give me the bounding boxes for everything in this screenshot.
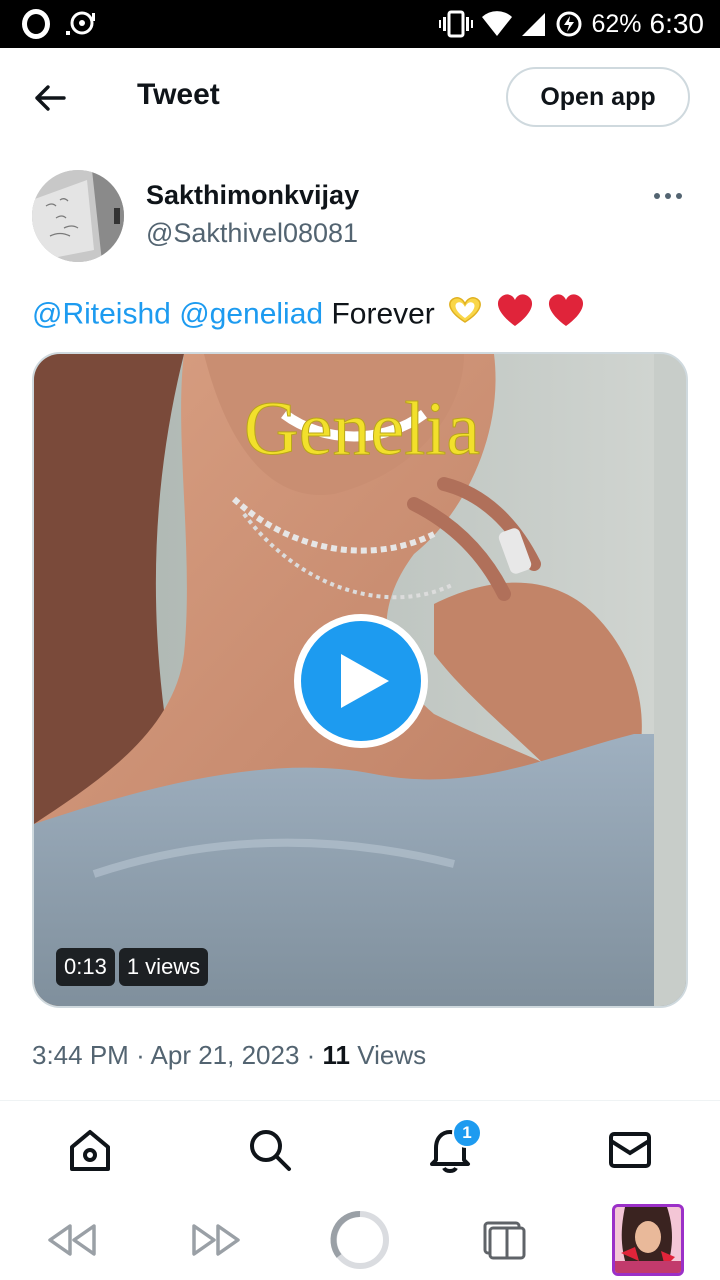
tabs-icon [483, 1221, 526, 1259]
vibrate-icon [439, 10, 474, 38]
play-icon [341, 654, 389, 708]
tweet-meta: 3:44 PM · Apr 21, 2023 · 11 Views [32, 1040, 427, 1070]
tweet-time[interactable]: 3:44 PM [32, 1040, 129, 1070]
opera-icon [22, 9, 50, 39]
browser-tabs-button[interactable] [464, 1204, 544, 1276]
back-button[interactable] [30, 78, 70, 118]
author-handle[interactable]: @Sakthivel08081 [146, 218, 358, 249]
clock: 6:30 [649, 8, 705, 39]
arrow-left-icon [35, 85, 66, 111]
browser-home-button[interactable] [320, 1204, 400, 1276]
red-heart-icon [495, 292, 535, 339]
video-views: 1 views [118, 948, 209, 986]
tab-thumbnail [612, 1203, 684, 1276]
status-bar: 62% 6:30 [0, 0, 720, 48]
nav-messages[interactable] [590, 1110, 670, 1190]
wifi-icon [481, 11, 513, 37]
battery-percent: 62% [591, 9, 642, 38]
video-duration: 0:13 [56, 948, 115, 986]
heart-hands-icon [445, 295, 485, 336]
tweet-body: Forever [331, 297, 435, 331]
search-icon [250, 1130, 291, 1171]
browser-current-tab[interactable] [608, 1203, 688, 1276]
video-badges: 0:13 1 views [56, 948, 209, 986]
video-title-overlay: Genelia [244, 387, 480, 471]
tweet-date[interactable]: Apr 21, 2023 [151, 1040, 300, 1070]
fast-forward-icon [192, 1223, 240, 1256]
home-icon [70, 1130, 110, 1171]
play-button[interactable] [294, 614, 428, 748]
video-player[interactable]: Genelia 0:13 1 views [32, 352, 688, 1008]
page-title: Tweet [137, 78, 220, 111]
view-count: 11 [322, 1040, 351, 1070]
more-dots-icon [654, 193, 660, 199]
mention-link[interactable]: @Riteishd [32, 297, 171, 330]
more-options-button[interactable] [650, 186, 686, 206]
author-name[interactable]: Sakthimonkvijay [146, 180, 359, 211]
avatar[interactable] [32, 170, 124, 262]
notification-badge: 1 [452, 1118, 482, 1148]
browser-toolbar [0, 1199, 720, 1280]
views-label: Views [357, 1040, 427, 1070]
bottom-nav: 1 [0, 1101, 720, 1199]
open-app-button[interactable]: Open app [506, 67, 690, 127]
battery-saver-icon [555, 10, 583, 38]
rewind-icon [48, 1223, 96, 1256]
browser-forward-button[interactable] [176, 1204, 256, 1276]
nav-search[interactable] [230, 1110, 310, 1190]
mail-icon [609, 1132, 651, 1168]
nav-notifications[interactable]: 1 [410, 1110, 490, 1190]
mention-link[interactable]: @geneliad [179, 297, 323, 330]
media-icon [64, 11, 96, 37]
opera-ring-icon [330, 1210, 389, 1269]
tweet-text: @Riteishd @geneliad Forever [32, 292, 586, 339]
top-bar: Tweet Open app [0, 48, 720, 146]
browser-back-button[interactable] [32, 1204, 112, 1276]
red-heart-icon [546, 292, 586, 339]
signal-icon [521, 11, 547, 37]
nav-home[interactable] [50, 1110, 130, 1190]
